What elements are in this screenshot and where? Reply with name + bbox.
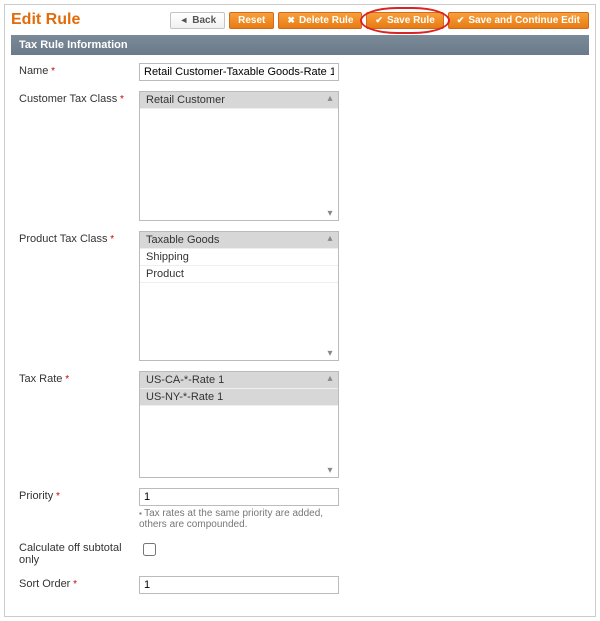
label-calc-subtotal: Calculate off subtotal only — [19, 540, 139, 566]
scroll-up-icon[interactable]: ▴ — [324, 93, 336, 104]
save-continue-label: Save and Continue Edit — [468, 15, 580, 26]
label-priority: Priority — [19, 488, 139, 502]
row-sort-order: Sort Order — [19, 576, 581, 594]
priority-note: Tax rates at the same priority are added… — [139, 508, 339, 530]
save-continue-button[interactable]: ✔ Save and Continue Edit — [448, 12, 589, 29]
save-rule-button[interactable]: ✔ Save Rule — [366, 12, 443, 29]
check-icon: ✔ — [457, 16, 465, 25]
tax-rule-form: Name Customer Tax Class ▴ Retail Custome… — [11, 55, 589, 594]
label-customer-tax-class: Customer Tax Class — [19, 91, 139, 105]
reset-button[interactable]: Reset — [229, 12, 274, 29]
label-name: Name — [19, 63, 139, 77]
select-option[interactable]: US-NY-*-Rate 1 — [140, 389, 338, 406]
save-button-label: Save Rule — [387, 15, 435, 26]
delete-button-label: Delete Rule — [299, 15, 353, 26]
tax-rate-select[interactable]: ▴ US-CA-*-Rate 1US-NY-*-Rate 1 ▾ — [139, 371, 339, 478]
scroll-up-icon[interactable]: ▴ — [324, 373, 336, 384]
check-icon: ✔ — [375, 16, 383, 25]
row-priority: Priority Tax rates at the same priority … — [19, 488, 581, 530]
sort-order-input[interactable] — [139, 576, 339, 594]
edit-rule-panel: Edit Rule ◄ Back Reset ✖ Delete Rule ✔ S… — [4, 4, 596, 617]
section-header: Tax Rule Information — [11, 35, 589, 55]
priority-input[interactable] — [139, 488, 339, 506]
label-product-tax-class: Product Tax Class — [19, 231, 139, 245]
label-sort-order: Sort Order — [19, 576, 139, 590]
page-title: Edit Rule — [11, 11, 80, 29]
label-tax-rate: Tax Rate — [19, 371, 139, 385]
select-option[interactable]: Retail Customer — [140, 92, 338, 109]
delete-rule-button[interactable]: ✖ Delete Rule — [278, 12, 362, 29]
select-option[interactable]: Taxable Goods — [140, 232, 338, 249]
reset-button-label: Reset — [238, 15, 265, 26]
select-option[interactable]: Product — [140, 266, 338, 283]
scroll-down-icon[interactable]: ▾ — [324, 208, 336, 219]
toolbar: Edit Rule ◄ Back Reset ✖ Delete Rule ✔ S… — [11, 11, 589, 29]
back-button-label: Back — [192, 15, 216, 26]
scroll-down-icon[interactable]: ▾ — [324, 348, 336, 359]
name-input[interactable] — [139, 63, 339, 81]
row-name: Name — [19, 63, 581, 81]
scroll-down-icon[interactable]: ▾ — [324, 465, 336, 476]
arrow-left-icon: ◄ — [179, 16, 188, 25]
calc-subtotal-checkbox[interactable] — [143, 543, 156, 556]
select-option[interactable]: Shipping — [140, 249, 338, 266]
delete-icon: ✖ — [287, 16, 295, 25]
customer-tax-class-select[interactable]: ▴ Retail Customer ▾ — [139, 91, 339, 221]
select-option[interactable]: US-CA-*-Rate 1 — [140, 372, 338, 389]
row-tax-rate: Tax Rate ▴ US-CA-*-Rate 1US-NY-*-Rate 1 … — [19, 371, 581, 478]
back-button[interactable]: ◄ Back — [170, 12, 225, 29]
row-customer-tax-class: Customer Tax Class ▴ Retail Customer ▾ — [19, 91, 581, 221]
product-tax-class-select[interactable]: ▴ Taxable GoodsShippingProduct ▾ — [139, 231, 339, 361]
scroll-up-icon[interactable]: ▴ — [324, 233, 336, 244]
row-calc-subtotal: Calculate off subtotal only — [19, 540, 581, 566]
row-product-tax-class: Product Tax Class ▴ Taxable GoodsShippin… — [19, 231, 581, 361]
